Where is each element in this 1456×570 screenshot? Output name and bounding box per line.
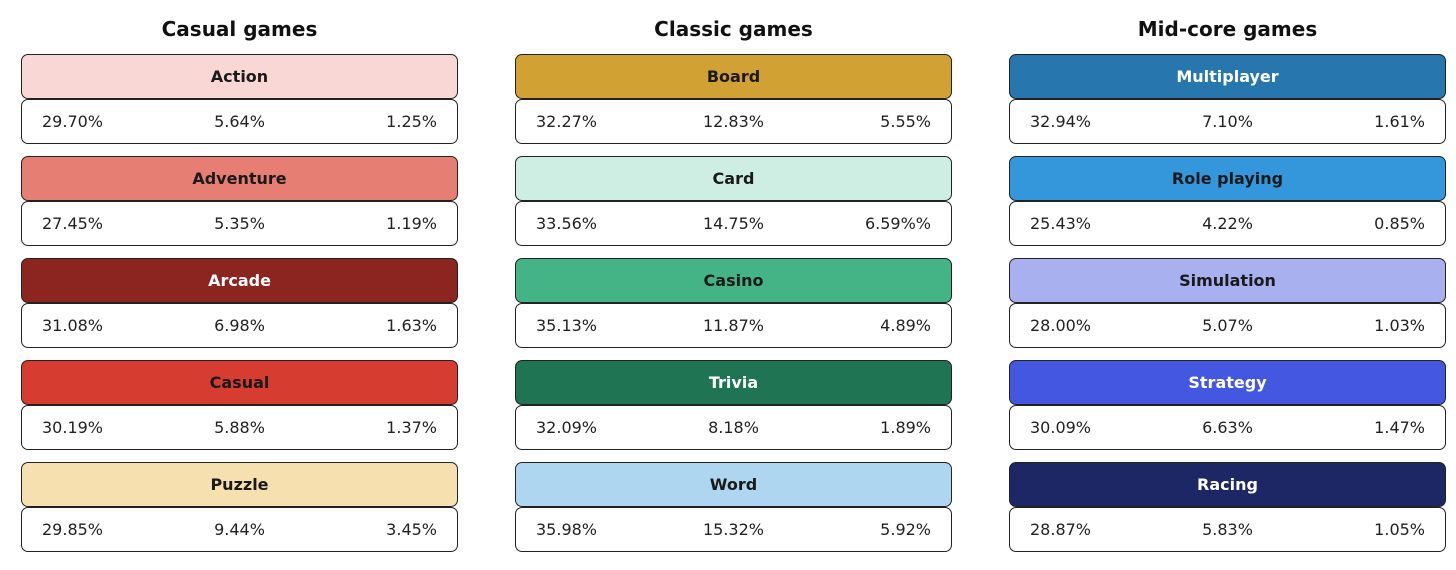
genre-value: 8.18%: [708, 418, 759, 437]
category-title: Mid-core games: [1137, 17, 1318, 41]
genre-card: Board 32.27% 12.83% 5.55%: [515, 54, 952, 144]
genre-values-row: 30.19% 5.88% 1.37%: [21, 405, 458, 450]
genre-value: 30.19%: [42, 418, 104, 437]
genre-name: Casino: [515, 258, 952, 303]
genre-values-row: 30.09% 6.63% 1.47%: [1009, 405, 1446, 450]
genre-value: 5.55%: [880, 112, 931, 131]
genre-value: 5.64%: [214, 112, 265, 131]
genre-value: 5.07%: [1202, 316, 1253, 335]
genre-value: 31.08%: [42, 316, 104, 335]
genre-value: 4.22%: [1202, 214, 1253, 233]
genre-name: Strategy: [1009, 360, 1446, 405]
genre-value: 1.63%: [386, 316, 437, 335]
genre-values-row: 28.87% 5.83% 1.05%: [1009, 507, 1446, 552]
genre-value: 28.00%: [1030, 316, 1092, 335]
genre-name: Card: [515, 156, 952, 201]
genre-value: 1.89%: [880, 418, 931, 437]
genre-value: 1.03%: [1374, 316, 1425, 335]
genre-values-row: 33.56% 14.75% 6.59%%: [515, 201, 952, 246]
genre-name: Racing: [1009, 462, 1446, 507]
genre-value: 5.83%: [1202, 520, 1253, 539]
genre-card: Simulation 28.00% 5.07% 1.03%: [1009, 258, 1446, 348]
genre-values-row: 32.94% 7.10% 1.61%: [1009, 99, 1446, 144]
genre-name: Action: [21, 54, 458, 99]
genre-value: 6.59%%: [864, 214, 931, 233]
genre-value: 1.47%: [1374, 418, 1425, 437]
genre-value: 6.98%: [214, 316, 265, 335]
genre-card: Strategy 30.09% 6.63% 1.47%: [1009, 360, 1446, 450]
genre-value: 3.45%: [386, 520, 437, 539]
genre-values-row: 25.43% 4.22% 0.85%: [1009, 201, 1446, 246]
genre-value: 5.88%: [214, 418, 265, 437]
genre-values-row: 32.27% 12.83% 5.55%: [515, 99, 952, 144]
genre-card: Word 35.98% 15.32% 5.92%: [515, 462, 952, 552]
genre-value: 12.83%: [702, 112, 764, 131]
genre-card: Adventure 27.45% 5.35% 1.19%: [21, 156, 458, 246]
genre-value: 7.10%: [1202, 112, 1253, 131]
genre-card: Casino 35.13% 11.87% 4.89%: [515, 258, 952, 348]
genre-value: 35.98%: [536, 520, 598, 539]
genre-value: 4.89%: [880, 316, 931, 335]
genre-card: Puzzle 29.85% 9.44% 3.45%: [21, 462, 458, 552]
genre-value: 33.56%: [536, 214, 598, 233]
genre-value: 29.70%: [42, 112, 104, 131]
genre-values-row: 27.45% 5.35% 1.19%: [21, 201, 458, 246]
genre-value: 15.32%: [702, 520, 764, 539]
genre-values-row: 29.70% 5.64% 1.25%: [21, 99, 458, 144]
genre-value: 5.35%: [214, 214, 265, 233]
genre-value: 27.45%: [42, 214, 104, 233]
genre-name: Puzzle: [21, 462, 458, 507]
genre-name: Trivia: [515, 360, 952, 405]
genre-values-row: 31.08% 6.98% 1.63%: [21, 303, 458, 348]
genre-name: Multiplayer: [1009, 54, 1446, 99]
genre-value: 1.25%: [386, 112, 437, 131]
genre-value: 1.61%: [1374, 112, 1425, 131]
category-column: Mid-core games Multiplayer 32.94% 7.10% 1.61…: [1009, 0, 1446, 564]
genre-value: 1.05%: [1374, 520, 1425, 539]
genre-card: Action 29.70% 5.64% 1.25%: [21, 54, 458, 144]
genre-value: 35.13%: [536, 316, 598, 335]
genre-name: Board: [515, 54, 952, 99]
genre-value: 32.09%: [536, 418, 598, 437]
genre-card: Arcade 31.08% 6.98% 1.63%: [21, 258, 458, 348]
genre-value: 5.92%: [880, 520, 931, 539]
genre-name: Word: [515, 462, 952, 507]
genre-values-row: 28.00% 5.07% 1.03%: [1009, 303, 1446, 348]
genre-name: Arcade: [21, 258, 458, 303]
genre-value: 28.87%: [1030, 520, 1092, 539]
category-column: Classic games Board 32.27% 12.83% 5.55% Card 3…: [515, 0, 952, 564]
genre-values-row: 32.09% 8.18% 1.89%: [515, 405, 952, 450]
category-title: Classic games: [654, 17, 813, 41]
genre-card: Racing 28.87% 5.83% 1.05%: [1009, 462, 1446, 552]
genre-value: 1.37%: [386, 418, 437, 437]
genre-value: 29.85%: [42, 520, 104, 539]
genre-value: 25.43%: [1030, 214, 1092, 233]
genre-value: 9.44%: [214, 520, 265, 539]
genre-value: 32.27%: [536, 112, 598, 131]
genre-name: Simulation: [1009, 258, 1446, 303]
genre-name: Casual: [21, 360, 458, 405]
category-column: Casual games Action 29.70% 5.64% 1.25% Advent…: [21, 0, 458, 564]
genre-card: Trivia 32.09% 8.18% 1.89%: [515, 360, 952, 450]
genre-values-row: 29.85% 9.44% 3.45%: [21, 507, 458, 552]
genre-value: 6.63%: [1202, 418, 1253, 437]
genre-value: 11.87%: [702, 316, 764, 335]
genre-name: Role playing: [1009, 156, 1446, 201]
genre-values-row: 35.98% 15.32% 5.92%: [515, 507, 952, 552]
genre-value: 0.85%: [1374, 214, 1425, 233]
genre-card: Multiplayer 32.94% 7.10% 1.61%: [1009, 54, 1446, 144]
genre-card: Role playing 25.43% 4.22% 0.85%: [1009, 156, 1446, 246]
genre-value: 32.94%: [1030, 112, 1092, 131]
genre-card: Card 33.56% 14.75% 6.59%%: [515, 156, 952, 246]
genre-values-row: 35.13% 11.87% 4.89%: [515, 303, 952, 348]
genre-name: Adventure: [21, 156, 458, 201]
genre-value: 1.19%: [386, 214, 437, 233]
genre-card: Casual 30.19% 5.88% 1.37%: [21, 360, 458, 450]
category-title: Casual games: [161, 17, 318, 41]
genre-value: 14.75%: [702, 214, 764, 233]
genre-value: 30.09%: [1030, 418, 1092, 437]
